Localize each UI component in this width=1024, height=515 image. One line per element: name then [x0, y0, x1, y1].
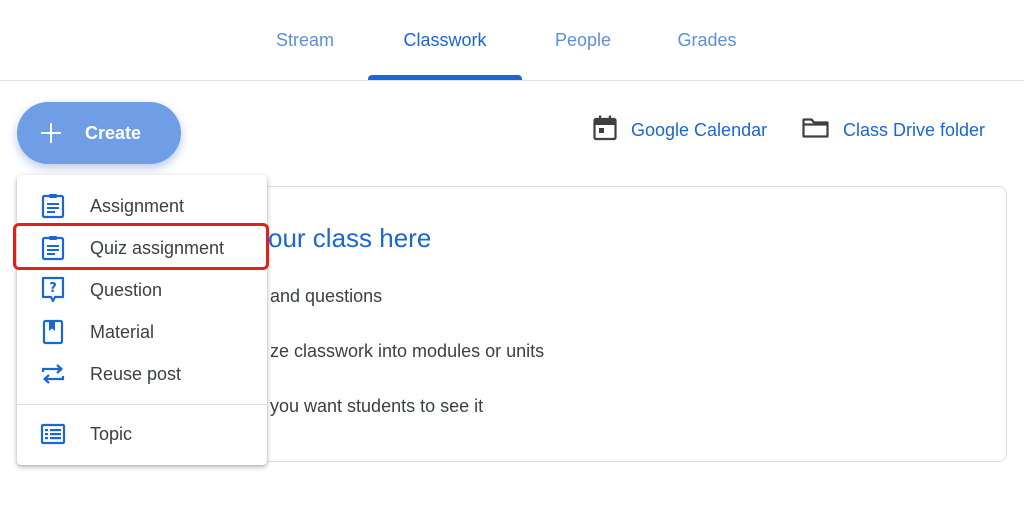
- create-menu: Assignment Quiz assignment ? Question Ma…: [17, 175, 267, 465]
- active-tab-indicator: [368, 75, 522, 80]
- quiz-assignment-highlight: [13, 223, 269, 270]
- menu-item-question[interactable]: ? Question: [17, 269, 267, 311]
- menu-divider: [17, 404, 267, 405]
- assignment-icon: [39, 192, 67, 220]
- card-line: you want students to see it: [270, 396, 484, 416]
- material-icon: [39, 318, 67, 346]
- menu-item-label: Assignment: [90, 195, 185, 216]
- card-title: our class here: [268, 223, 432, 253]
- folder-icon: [802, 117, 829, 144]
- menu-item-label: Material: [90, 321, 155, 342]
- card-line: ze classwork into modules or units: [270, 341, 545, 361]
- menu-item-reuse-post[interactable]: Reuse post: [17, 353, 267, 395]
- top-nav: Stream Classwork People Grades: [0, 0, 1024, 81]
- menu-item-material[interactable]: Material: [17, 311, 267, 353]
- google-calendar-label: Google Calendar: [631, 119, 768, 140]
- tab-grades[interactable]: Grades: [660, 0, 754, 80]
- menu-item-assignment[interactable]: Assignment: [17, 185, 267, 227]
- topic-icon: [39, 420, 67, 448]
- google-calendar-link[interactable]: Google Calendar: [593, 113, 767, 147]
- tab-classwork[interactable]: Classwork: [368, 0, 522, 80]
- menu-item-label: Topic: [90, 423, 133, 444]
- question-icon: ?: [39, 276, 67, 304]
- tab-people[interactable]: People: [540, 0, 626, 80]
- tab-stream[interactable]: Stream: [260, 0, 350, 80]
- svg-text:?: ?: [49, 281, 57, 296]
- create-button[interactable]: Create: [17, 102, 181, 164]
- create-button-label: Create: [85, 122, 142, 143]
- plus-icon: [17, 102, 85, 164]
- class-drive-folder-label: Class Drive folder: [843, 119, 986, 140]
- class-drive-folder-link[interactable]: Class Drive folder: [802, 113, 985, 147]
- menu-item-topic[interactable]: Topic: [17, 413, 267, 455]
- card-line: and questions: [270, 286, 383, 306]
- reuse-post-icon: [39, 360, 67, 388]
- menu-item-label: Reuse post: [90, 363, 182, 384]
- calendar-icon: [593, 115, 617, 146]
- menu-item-label: Question: [90, 279, 163, 300]
